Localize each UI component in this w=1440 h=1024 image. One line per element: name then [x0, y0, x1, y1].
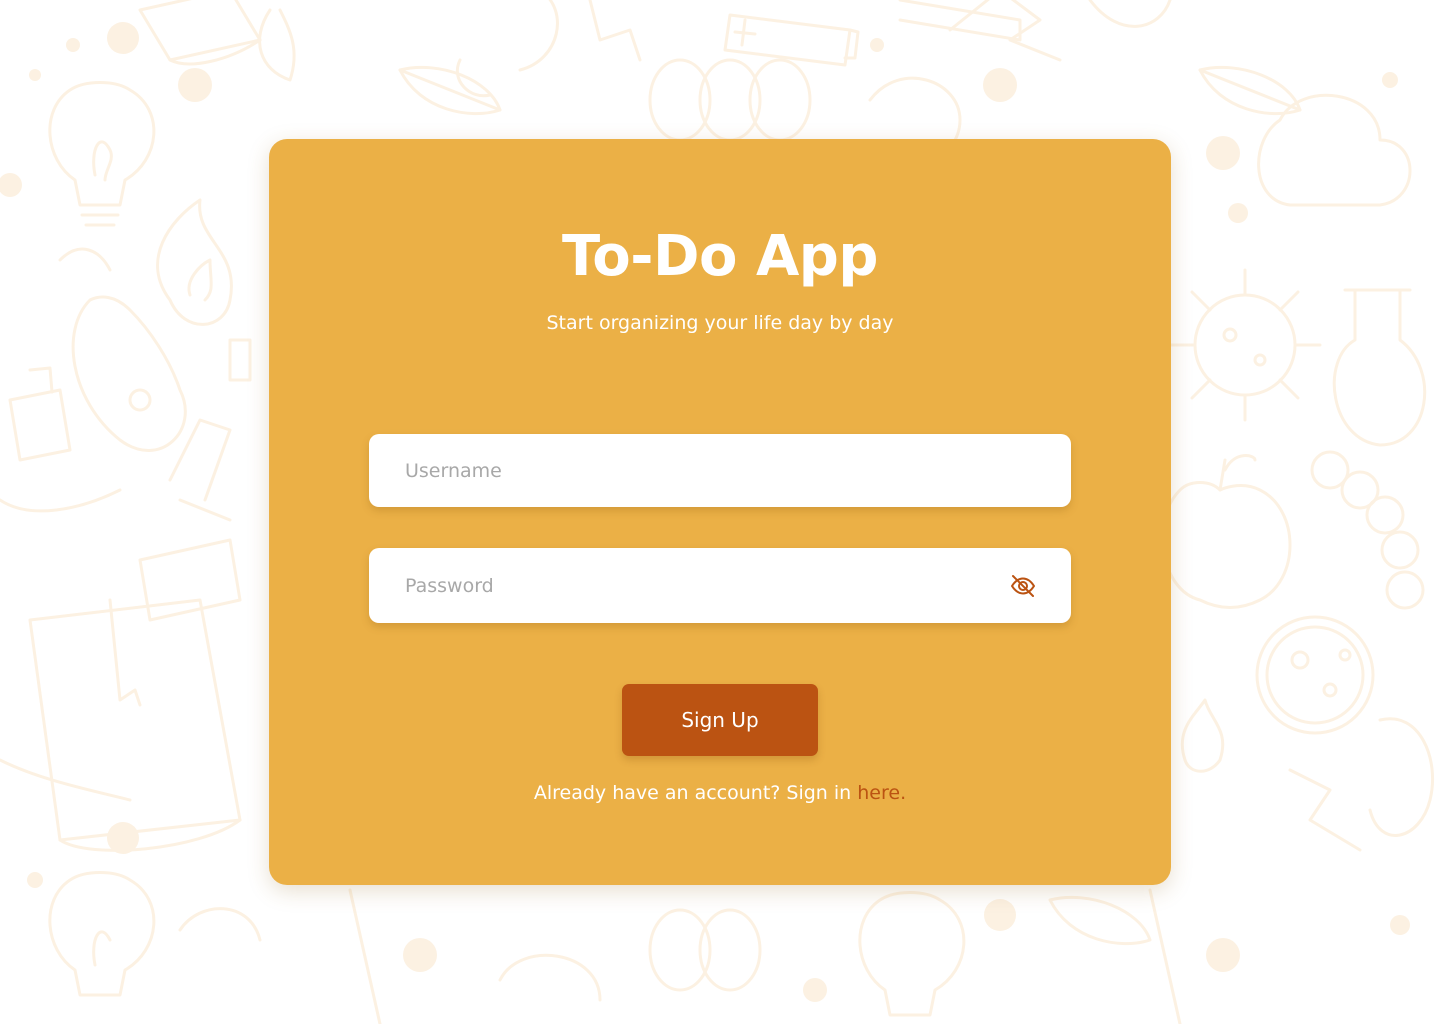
password-field — [369, 548, 1071, 623]
book-icon — [0, 598, 242, 852]
flame-icon — [1180, 698, 1225, 773]
app-title: To-Do App — [562, 224, 878, 289]
cloud-icon — [178, 907, 602, 1002]
sign-up-button[interactable]: Sign Up — [622, 684, 818, 756]
lightbulb-icon — [48, 81, 156, 227]
sign-in-period: . — [900, 782, 907, 804]
flask-icon — [0, 366, 122, 513]
coil-icon — [648, 58, 812, 142]
petri-dish-icon — [1255, 615, 1375, 735]
sign-in-link[interactable]: here — [857, 782, 900, 804]
leaf-icon — [398, 65, 502, 116]
lightbulb-icon — [48, 871, 156, 997]
cloud-icon — [1257, 93, 1412, 207]
lightning-icon — [588, 0, 1062, 62]
flame-icon — [156, 198, 233, 326]
organism-icon — [1368, 717, 1435, 837]
organism-icon — [58, 247, 187, 452]
lightbulb-icon — [858, 891, 966, 1017]
signup-card: To-Do App Start organizing your life day… — [269, 139, 1171, 885]
password-input[interactable] — [369, 548, 1071, 623]
sign-in-prompt: Already have an account? Sign in here. — [269, 779, 1171, 807]
virus-icon — [1168, 268, 1322, 422]
lightning-icon — [1288, 768, 1362, 852]
flask-icon — [1332, 288, 1427, 447]
book-icon — [898, 0, 1022, 42]
book-icon — [138, 0, 262, 66]
username-field — [369, 434, 1071, 507]
username-input[interactable] — [369, 434, 1071, 507]
eye-off-icon[interactable] — [1009, 572, 1037, 600]
battery-icon — [723, 13, 860, 67]
app-subtitle: Start organizing your life day by day — [546, 312, 894, 334]
apple-icon — [1161, 454, 1292, 609]
sign-in-prompt-text: Already have an account? Sign in — [533, 782, 858, 804]
leaf-icon — [1048, 895, 1152, 946]
chain-icon — [1310, 450, 1425, 610]
leaf-icon — [1198, 65, 1302, 116]
microscope-icon — [138, 338, 252, 622]
coil-icon — [648, 908, 762, 992]
